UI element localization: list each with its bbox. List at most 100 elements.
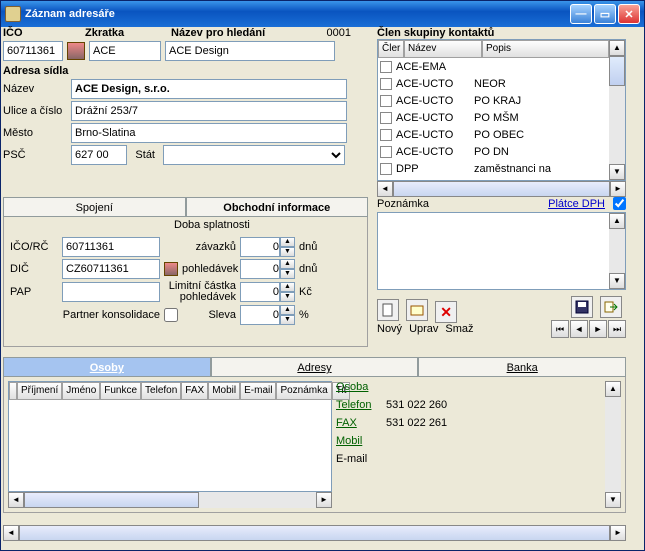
- member-scroll[interactable]: ▲ ▼: [609, 40, 625, 180]
- zkratka-label: Zkratka: [85, 27, 167, 39]
- tab-spojeni[interactable]: Spojení: [3, 197, 186, 217]
- tab-adresy[interactable]: Adresy: [211, 357, 419, 377]
- minimize-button[interactable]: —: [570, 4, 592, 24]
- persons-col[interactable]: FAX: [181, 382, 208, 400]
- address-nazev-input[interactable]: [71, 79, 347, 99]
- pct: %: [299, 309, 309, 321]
- persons-col[interactable]: Telefon: [141, 382, 181, 400]
- partner-label: Partner konsolidace: [62, 309, 160, 321]
- member-row[interactable]: DPPzaměstnanci na: [378, 160, 609, 177]
- nav-last[interactable]: ⏭: [608, 320, 626, 338]
- maximize-button[interactable]: ▭: [594, 4, 616, 24]
- zavazku-spin[interactable]: ▲▼: [240, 237, 295, 257]
- member-row[interactable]: ACE-UCTONEOR: [378, 75, 609, 92]
- note-scroll[interactable]: ▲▼: [609, 213, 625, 289]
- mobil-link[interactable]: Mobil: [336, 435, 382, 447]
- persons-col[interactable]: Příjmení: [17, 382, 62, 400]
- sleva-spin[interactable]: ▲▼: [240, 305, 295, 325]
- nazev-label: Název pro hledání: [171, 27, 311, 39]
- member-row[interactable]: ACE-UCTOPO KRAJ: [378, 92, 609, 109]
- dic-input[interactable]: [62, 259, 160, 279]
- col-popis[interactable]: Popis: [482, 40, 609, 58]
- titlebar: Záznam adresáře — ▭ ✕: [1, 1, 644, 27]
- smaz-label: Smaž: [445, 323, 473, 335]
- nav-prev[interactable]: ◄: [570, 320, 588, 338]
- dic-label: DIČ: [10, 263, 58, 275]
- record-number: 0001: [315, 27, 351, 39]
- fax-value: 531 022 261: [386, 417, 447, 429]
- osoba-link[interactable]: Osoba: [336, 381, 382, 393]
- member-row[interactable]: ACE-UCTOPO OBEC: [378, 126, 609, 143]
- kc: Kč: [299, 286, 312, 298]
- save-button[interactable]: [571, 296, 593, 318]
- tab-banka[interactable]: Banka: [418, 357, 626, 377]
- stat-select[interactable]: [163, 145, 345, 165]
- ico-input[interactable]: [3, 41, 63, 61]
- persons-col[interactable]: Funkce: [100, 382, 141, 400]
- persons-col[interactable]: Jméno: [62, 382, 100, 400]
- limit-spin[interactable]: ▲▼: [240, 282, 295, 302]
- member-row[interactable]: ACE-EMA: [378, 58, 609, 75]
- mesto-input[interactable]: [71, 123, 347, 143]
- doc-icon[interactable]: [67, 42, 85, 60]
- nav-next[interactable]: ►: [589, 320, 607, 338]
- icorc-label: IČO/RČ: [10, 241, 58, 253]
- limit-label: Limitní částka pohledávek: [164, 281, 236, 303]
- poznamka-label: Poznámka: [377, 198, 429, 210]
- details-scroll[interactable]: ▲▼: [605, 381, 621, 508]
- novy-label: Nový: [377, 323, 402, 335]
- pap-label: PAP: [10, 286, 58, 298]
- persons-col[interactable]: Mobil: [208, 382, 240, 400]
- uprav-label: Uprav: [409, 323, 438, 335]
- col-nazev[interactable]: Název: [404, 40, 482, 58]
- member-row[interactable]: ACE-UCTOPO MŠM: [378, 109, 609, 126]
- psc-label: PSČ: [3, 149, 67, 161]
- member-row[interactable]: ACE-UCTOPO DN: [378, 143, 609, 160]
- psc-input[interactable]: [71, 145, 127, 165]
- partner-checkbox[interactable]: [164, 308, 178, 322]
- tab-obchodni[interactable]: Obchodní informace: [186, 197, 369, 217]
- zkratka-input[interactable]: [89, 41, 161, 61]
- stat-label: Stát: [131, 149, 159, 161]
- window-title: Záznam adresáře: [25, 8, 570, 20]
- persons-col[interactable]: E-mail: [240, 382, 276, 400]
- zavazku-label: závazků: [164, 241, 236, 253]
- platce-link[interactable]: Plátce DPH: [548, 198, 605, 210]
- persons-body[interactable]: [9, 400, 331, 490]
- app-icon: [5, 6, 21, 22]
- edit-button[interactable]: [406, 299, 428, 321]
- exit-button[interactable]: [600, 296, 622, 318]
- bottom-hscroll[interactable]: ◄►: [3, 525, 626, 541]
- close-button[interactable]: ✕: [618, 4, 640, 24]
- member-hscroll[interactable]: ◄►: [377, 181, 626, 197]
- ulice-input[interactable]: [71, 101, 347, 121]
- pohledavek-spin[interactable]: ▲▼: [240, 259, 295, 279]
- sleva-label: Sleva: [182, 309, 236, 321]
- poznamka-textarea[interactable]: [378, 213, 609, 289]
- address-nazev-label: Název: [3, 83, 67, 95]
- ulice-label: Ulice a číslo: [3, 105, 67, 117]
- platce-checkbox[interactable]: [613, 197, 626, 210]
- pohledavek-label: pohledávek: [182, 263, 236, 275]
- persons-hscroll[interactable]: ◄►: [8, 492, 332, 508]
- doba-label: Doba splatnosti: [174, 219, 250, 231]
- fax-link[interactable]: FAX: [336, 417, 382, 429]
- address-header: Adresa sídla: [3, 65, 368, 77]
- tab-osoby[interactable]: Osoby: [3, 357, 211, 377]
- telefon-value: 531 022 260: [386, 399, 447, 411]
- new-button[interactable]: [377, 299, 399, 321]
- icorc-input[interactable]: [62, 237, 160, 257]
- delete-button[interactable]: ✕: [435, 301, 457, 323]
- email-label: E-mail: [336, 453, 382, 465]
- nazev-input[interactable]: [165, 41, 335, 61]
- doc-icon-2[interactable]: [164, 262, 178, 276]
- member-header: Člen skupiny kontaktů: [377, 27, 626, 39]
- col-cler[interactable]: Čler: [378, 40, 404, 58]
- nav-first[interactable]: ⏮: [551, 320, 569, 338]
- pap-input[interactable]: [62, 282, 160, 302]
- telefon-link[interactable]: Telefon: [336, 399, 382, 411]
- dnu1: dnů: [299, 241, 317, 253]
- ico-label: IČO: [3, 27, 81, 39]
- mesto-label: Město: [3, 127, 67, 139]
- persons-col[interactable]: Poznámka: [276, 382, 331, 400]
